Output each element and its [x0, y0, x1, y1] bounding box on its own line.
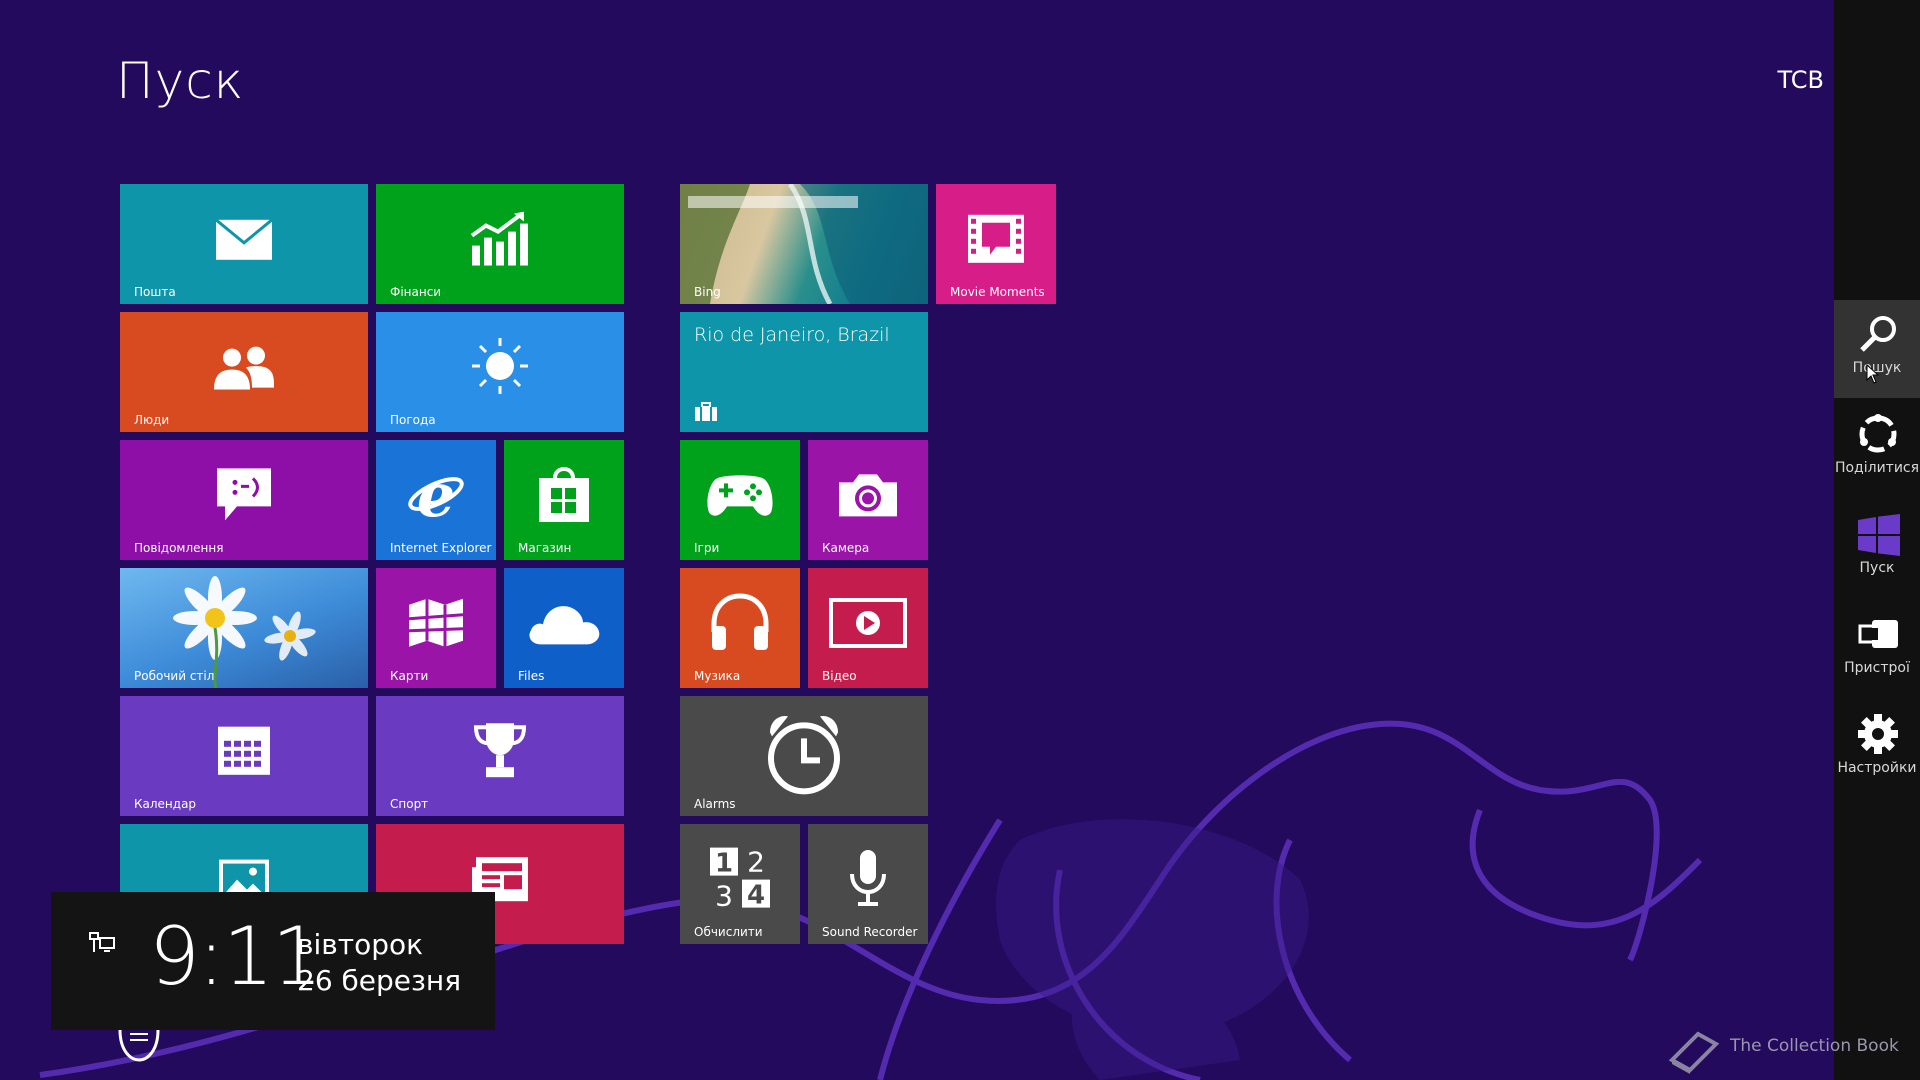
tile-label: Movie Moments	[950, 285, 1045, 299]
people-icon	[214, 346, 274, 390]
tile-calendar[interactable]: Календар	[120, 696, 368, 816]
calculator-icon: 1 2 3 4	[710, 846, 770, 910]
svg-text:4: 4	[747, 881, 765, 910]
clock-time: 9:11	[149, 910, 323, 1003]
tile-label: Погода	[390, 413, 436, 427]
tile-games[interactable]: Ігри	[680, 440, 800, 560]
mail-icon	[215, 218, 273, 260]
search-icon	[1860, 316, 1896, 352]
tile-label: Повідомлення	[134, 541, 224, 555]
charm-start[interactable]: Пуск	[1834, 500, 1920, 598]
tile-label: Sound Recorder	[822, 925, 918, 939]
clock-date: 26 березня	[297, 964, 462, 997]
microphone-icon	[850, 850, 886, 906]
tile-movie-moments[interactable]: Movie Moments	[936, 184, 1056, 304]
tile-sport[interactable]: Спорт	[376, 696, 624, 816]
windows-logo-icon	[1858, 514, 1900, 556]
tile-people[interactable]: Люди	[120, 312, 368, 432]
video-play-icon	[829, 598, 907, 648]
tile-label: Спорт	[390, 797, 429, 811]
tile-camera[interactable]: Камера	[808, 440, 928, 560]
tile-messaging[interactable]: Повідомлення	[120, 440, 368, 560]
headphones-icon	[711, 593, 769, 650]
book-logo-icon	[1668, 1031, 1720, 1074]
travel-destination: Rio de Janeiro, Brazil	[694, 324, 890, 346]
tile-calculator[interactable]: 1 2 3 4 Обчислити	[680, 824, 800, 944]
tile-travel[interactable]: Rio de Janeiro, Brazil	[680, 312, 928, 432]
devices-icon	[1858, 620, 1898, 648]
camera-icon	[839, 474, 897, 517]
sun-icon	[472, 338, 528, 394]
tile-label: Люди	[134, 413, 170, 427]
charm-label: Пуск	[1859, 560, 1895, 576]
charm-label: Настройки	[1837, 760, 1917, 776]
network-icon	[89, 932, 115, 952]
svg-text:2: 2	[747, 846, 765, 879]
gamepad-icon	[707, 475, 773, 516]
tile-label: Робочий стіл	[134, 669, 215, 683]
user-account-name[interactable]: TCB	[1778, 66, 1824, 94]
store-bag-icon	[539, 467, 589, 522]
tile-label: Магазин	[518, 541, 572, 555]
charm-share[interactable]: Поділитися	[1834, 400, 1920, 498]
tile-files[interactable]: Files	[504, 568, 624, 688]
page-title: Пуск	[116, 52, 245, 110]
charm-label: Пристрої	[1844, 660, 1910, 676]
movie-film-icon	[968, 214, 1024, 263]
finance-chart-icon	[470, 211, 528, 266]
tile-internet-explorer[interactable]: e Internet Explorer	[376, 440, 496, 560]
tile-label: Карти	[390, 669, 429, 683]
all-apps-arrow-icon[interactable]	[118, 1030, 160, 1062]
tile-label: Обчислити	[694, 925, 763, 939]
tile-finance[interactable]: Фінанси	[376, 184, 624, 304]
tile-label: Alarms	[694, 797, 736, 811]
tile-weather[interactable]: Погода	[376, 312, 624, 432]
maps-icon	[408, 598, 464, 647]
cloud-icon	[529, 606, 600, 645]
tile-music[interactable]: Музика	[680, 568, 800, 688]
charm-settings[interactable]: Настройки	[1834, 700, 1920, 798]
tile-label: Bing	[694, 285, 721, 299]
tile-video[interactable]: Відео	[808, 568, 928, 688]
svg-text:1: 1	[715, 849, 733, 879]
clock-day: вівторок	[297, 928, 424, 961]
trophy-icon	[473, 723, 527, 778]
svg-text:3: 3	[715, 880, 733, 910]
gear-icon	[1858, 714, 1898, 754]
charm-label: Поділитися	[1834, 460, 1920, 476]
tile-label: Музика	[694, 669, 741, 683]
charms-bar: Пошук Поділитися Пуск Пристрої Настройки	[1834, 0, 1920, 1080]
tile-label: Фінанси	[390, 285, 442, 299]
tile-sound-recorder[interactable]: Sound Recorder	[808, 824, 928, 944]
suitcase-icon	[695, 402, 717, 421]
tile-bing[interactable]: Bing	[680, 184, 928, 304]
share-icon	[1859, 414, 1897, 453]
tile-label: Ігри	[694, 541, 720, 555]
tile-mail[interactable]: Пошта	[120, 184, 368, 304]
tile-label: Internet Explorer	[390, 541, 492, 555]
tile-store[interactable]: Магазин	[504, 440, 624, 560]
internet-explorer-icon: e	[408, 464, 464, 524]
svg-text:e: e	[417, 464, 455, 524]
calendar-icon	[218, 726, 270, 775]
tile-maps[interactable]: Карти	[376, 568, 496, 688]
clock-overlay: 9:11 вівторок 26 березня	[51, 892, 495, 1030]
mouse-cursor-icon	[1866, 364, 1880, 384]
tile-label: Календар	[134, 797, 197, 811]
tile-label: Files	[518, 669, 545, 683]
tile-label: Камера	[822, 541, 870, 555]
tile-desktop[interactable]: Робочий стіл	[120, 568, 368, 688]
watermark-text: The Collection Book	[1730, 1036, 1899, 1056]
tile-label: Пошта	[134, 285, 176, 299]
tile-alarms[interactable]: Alarms	[680, 696, 928, 816]
alarm-clock-icon	[768, 715, 840, 795]
charm-devices[interactable]: Пристрої	[1834, 600, 1920, 698]
messaging-icon	[217, 468, 271, 521]
tile-label: Відео	[822, 669, 857, 683]
